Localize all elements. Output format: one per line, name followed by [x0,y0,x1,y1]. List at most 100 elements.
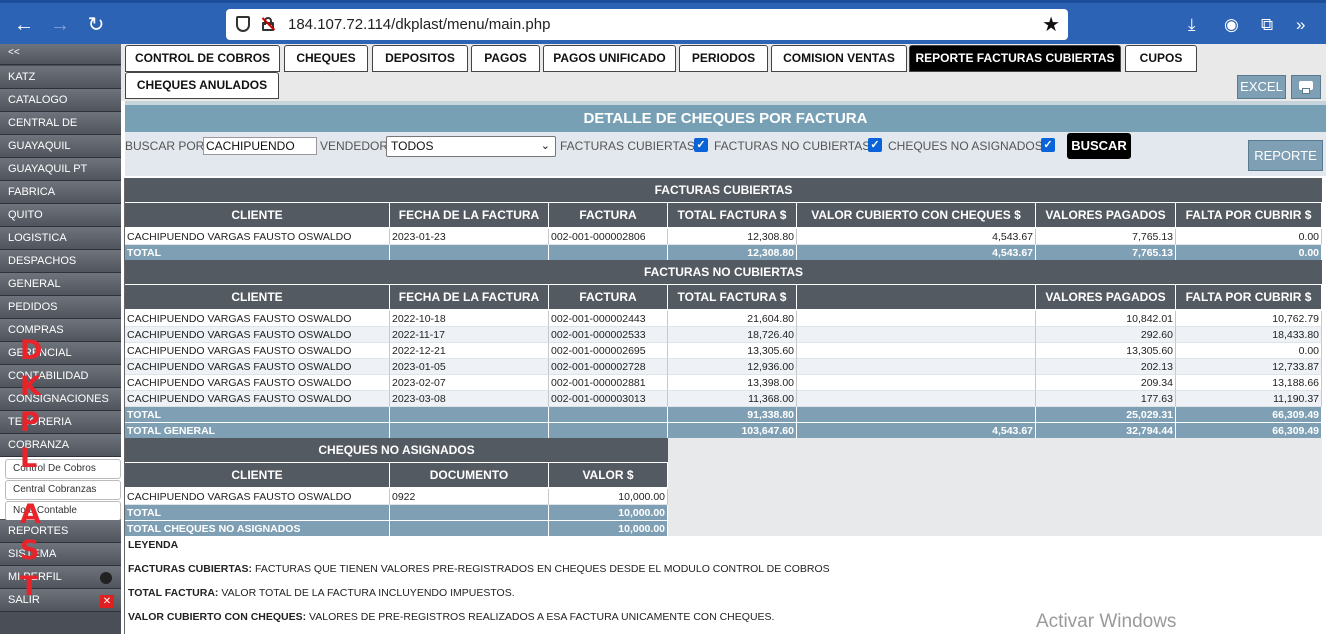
total-cell: 4,543.67 [797,423,1036,439]
table-cell: 292.60 [1036,327,1176,343]
total-cell: TOTAL CHEQUES NO ASIGNADOS [125,521,390,537]
vendedor-select[interactable]: TODOS ⌄ [386,136,556,157]
table-cell: 18,726.40 [668,327,797,343]
facturas-no-cubiertas-checkbox[interactable]: ✓ [868,138,882,152]
tab-control-cobros[interactable]: CONTROL DE COBROS [125,45,280,72]
sidebar-item-fabrica[interactable]: FABRICA [0,181,121,204]
table-cell: 2023-01-23 [390,229,549,245]
total-cell: 103,647.60 [668,423,797,439]
total-cell: 4,543.67 [797,245,1036,261]
leyenda-desc: VALORES DE PRE-REGISTROS REALIZADOS A ES… [306,611,775,623]
leyenda-item: FACTURAS CUBIERTAS: FACTURAS QUE TIENEN … [128,563,830,575]
total-cell: 10,000.00 [549,505,668,521]
tab-cupos[interactable]: CUPOS [1125,45,1197,72]
table-cell: 2022-12-21 [390,343,549,359]
table-cell: CACHIPUENDO VARGAS FAUSTO OSWALDO [125,229,390,245]
table-cell: 21,604.80 [668,311,797,327]
sidebar-item-sistema[interactable]: SISTEMA [0,543,121,566]
reporte-button[interactable]: REPORTE [1248,140,1323,171]
chevron-down-icon: ⌄ [540,140,550,152]
sidebar-item-general[interactable]: GENERAL [0,273,121,296]
total-cell [390,245,549,261]
total-cell [390,521,549,537]
vendedor-label: VENDEDOR: [320,139,392,153]
cheques-no-asignados-checkbox[interactable]: ✓ [1041,138,1055,152]
column-header [797,284,1036,309]
tab-pagos[interactable]: PAGOS [471,45,540,72]
printer-icon[interactable] [1291,75,1321,99]
sidebar-item-guayaquil-pt[interactable]: GUAYAQUIL PT [0,158,121,181]
account-icon[interactable]: ◉ [1224,15,1239,35]
tab-reporte-facturas-cubiertas[interactable]: REPORTE FACTURAS CUBIERTAS [909,45,1121,72]
total-cell: 91,338.80 [668,407,797,423]
page-title: DETALLE DE CHEQUES POR FACTURA [125,105,1326,132]
table-cell: 002-001-000002806 [549,229,668,245]
logo-letter-s: S [20,535,40,566]
tab-depositos[interactable]: DEPOSITOS [372,45,468,72]
reload-icon[interactable]: ↻ [84,13,108,37]
facturas-cubiertas-checkbox[interactable]: ✓ [694,138,708,152]
insecure-lock-icon[interactable] [261,17,276,31]
total-cell: 32,794.44 [1036,423,1176,439]
sidebar-item-compras[interactable]: COMPRAS [0,319,121,342]
sidebar-item-consignaciones[interactable]: CONSIGNACIONES [0,388,121,411]
table-cell: CACHIPUENDO VARGAS FAUSTO OSWALDO [125,343,390,359]
back-icon[interactable]: ← [12,13,36,37]
bookmark-star-icon[interactable]: ★ [1042,12,1060,37]
filter-bar: BUSCAR POR: CACHIPUENDO VENDEDOR: TODOS ⌄… [125,132,1326,176]
excel-button[interactable]: EXCEL [1237,75,1286,99]
table-cell: 0922 [390,489,549,505]
table-cell: CACHIPUENDO VARGAS FAUSTO OSWALDO [125,327,390,343]
sidebar-item-central-costos[interactable]: CENTRAL DE COSTOS [0,112,121,151]
sidebar-item-despachos[interactable]: DESPACHOS [0,250,121,273]
cubiertas-title: FACTURAS CUBIERTAS [125,178,1322,202]
sidebar-collapse[interactable]: << [0,44,121,65]
table-cell: CACHIPUENDO VARGAS FAUSTO OSWALDO [125,489,390,505]
buscar-button[interactable]: BUSCAR [1067,133,1131,159]
sidebar-item-cobranza[interactable]: COBRANZA [0,434,121,457]
tab-comision-ventas[interactable]: COMISION VENTAS [771,45,907,72]
buscar-por-input[interactable]: CACHIPUENDO [203,137,317,155]
close-icon[interactable]: ✕ [100,595,114,608]
sidebar-item-pedidos[interactable]: PEDIDOS [0,296,121,319]
facturas-cubiertas-label: FACTURAS CUBIERTAS [560,139,695,153]
sidebar-item-tesoreria[interactable]: TESORERIA [0,411,121,434]
sidebar-item-gerencial[interactable]: GERENCIAL [0,342,121,365]
shield-icon[interactable] [236,16,250,32]
sidebar-item-contabilidad[interactable]: CONTABILIDAD [0,365,121,388]
sidebar-item-quito[interactable]: QUITO [0,204,121,227]
sidebar-item-guayaquil[interactable]: GUAYAQUIL [0,135,121,158]
url-text[interactable]: 184.107.72.114/dkplast/menu/main.php [288,16,550,33]
sidebar-item-reportes[interactable]: REPORTES [0,520,121,543]
download-icon[interactable]: ⤓ [1188,15,1196,35]
tab-cheques[interactable]: CHEQUES [284,45,368,72]
column-header: FECHA DE LA FACTURA [390,284,549,309]
table-cell [797,359,1036,375]
empty-area [668,438,1322,536]
column-header: FALTA POR CUBRIR $ [1176,202,1322,227]
column-header: FACTURA [549,284,668,309]
table-cell: 0.00 [1176,229,1322,245]
total-cell: TOTAL [125,407,390,423]
total-cell: 10,000.00 [549,521,668,537]
column-header: VALOR CUBIERTO CON CHEQUES $ [797,202,1036,227]
sub-item-central-cobranzas[interactable]: Central Cobranzas [5,480,121,500]
tab-periodos[interactable]: PERIODOS [679,45,768,72]
more-tools-icon[interactable]: » [1296,15,1305,35]
forward-icon[interactable]: → [48,13,72,37]
tab-pagos-unificado[interactable]: PAGOS UNIFICADO [543,45,676,72]
table-cell: 12,936.00 [668,359,797,375]
sidebar: << KATZ CATALOGO CENTRAL DE COSTOS GUAYA… [0,44,121,634]
extensions-icon[interactable]: ⧉ [1261,15,1273,35]
total-cell [549,423,668,439]
tab-cheques-anulados[interactable]: CHEQUES ANULADOS [125,72,279,99]
leyenda-item: TOTAL FACTURA: VALOR TOTAL DE LA FACTURA… [128,587,515,599]
sidebar-item-catalogo[interactable]: CATALOGO [0,89,121,112]
leyenda-item: VALOR CUBIERTO CON CHEQUES: VALORES DE P… [128,611,774,623]
address-bar[interactable]: 184.107.72.114/dkplast/menu/main.php ★ [226,9,1068,40]
table-cell: 4,543.67 [797,229,1036,245]
sidebar-item-katz[interactable]: KATZ [0,66,121,89]
table-cell: 002-001-000002695 [549,343,668,359]
vendedor-value: TODOS [391,139,434,153]
sidebar-item-logistica[interactable]: LOGISTICA [0,227,121,250]
